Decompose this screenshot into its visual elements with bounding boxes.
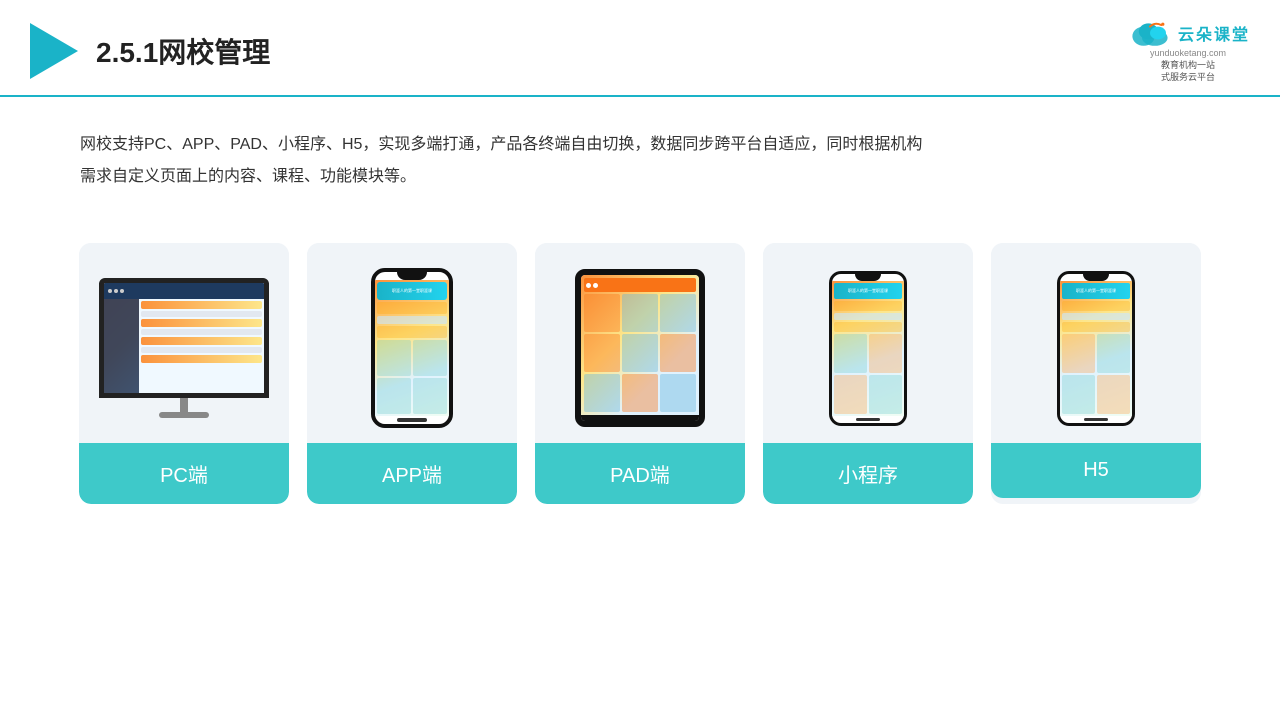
brand-sub: 教育机构一站式服务云平台	[1161, 60, 1215, 83]
card-h5-label: H5	[991, 443, 1201, 498]
cards-container: PC端 职涯人的第一堂职涯课	[0, 213, 1280, 534]
pc-monitor-icon	[99, 278, 269, 418]
tablet-icon	[575, 269, 705, 427]
page-title: 2.5.1网校管理	[96, 31, 270, 71]
card-app-image: 职涯人的第一堂职涯课	[307, 243, 517, 443]
card-miniprogram-image: 职涯人的第一堂职涯课	[763, 243, 973, 443]
miniprogram-phone-icon: 职涯人的第一堂职涯课	[829, 271, 907, 426]
h5-phone-icon: 职涯人的第一堂职涯课	[1057, 271, 1135, 426]
brand-logo: 云朵课堂 yunduoketang.com 教育机构一站式服务云平台	[1126, 18, 1250, 83]
card-pc: PC端	[79, 243, 289, 504]
brand-name: 云朵课堂	[1178, 21, 1250, 45]
brand-url: yunduoketang.com	[1150, 48, 1226, 58]
card-app: 职涯人的第一堂职涯课 APP端	[307, 243, 517, 504]
header-right: 云朵课堂 yunduoketang.com 教育机构一站式服务云平台	[1126, 18, 1250, 83]
card-miniprogram-label: 小程序	[763, 443, 973, 504]
card-pad-label: PAD端	[535, 443, 745, 504]
card-pc-image	[79, 243, 289, 443]
card-miniprogram: 职涯人的第一堂职涯课 小程序	[763, 243, 973, 504]
cloud-icon-wrap: 云朵课堂	[1126, 18, 1250, 48]
card-h5-image: 职涯人的第一堂职涯课	[991, 243, 1201, 443]
card-h5: 职涯人的第一堂职涯课 H5	[991, 243, 1201, 504]
cloud-icon	[1126, 18, 1174, 48]
logo-triangle-icon	[30, 23, 78, 79]
header-left: 2.5.1网校管理	[30, 23, 270, 79]
card-app-label: APP端	[307, 443, 517, 504]
description: 网校支持PC、APP、PAD、小程序、H5，实现多端打通，产品各终端自由切换，数…	[0, 97, 1280, 213]
description-text: 网校支持PC、APP、PAD、小程序、H5，实现多端打通，产品各终端自由切换，数…	[80, 129, 1200, 193]
header: 2.5.1网校管理 云朵课堂 yunduoketang.com 教育机构一站式服…	[0, 0, 1280, 97]
app-phone-icon: 职涯人的第一堂职涯课	[371, 268, 453, 428]
card-pc-label: PC端	[79, 443, 289, 504]
card-pad-image	[535, 243, 745, 443]
card-pad: PAD端	[535, 243, 745, 504]
